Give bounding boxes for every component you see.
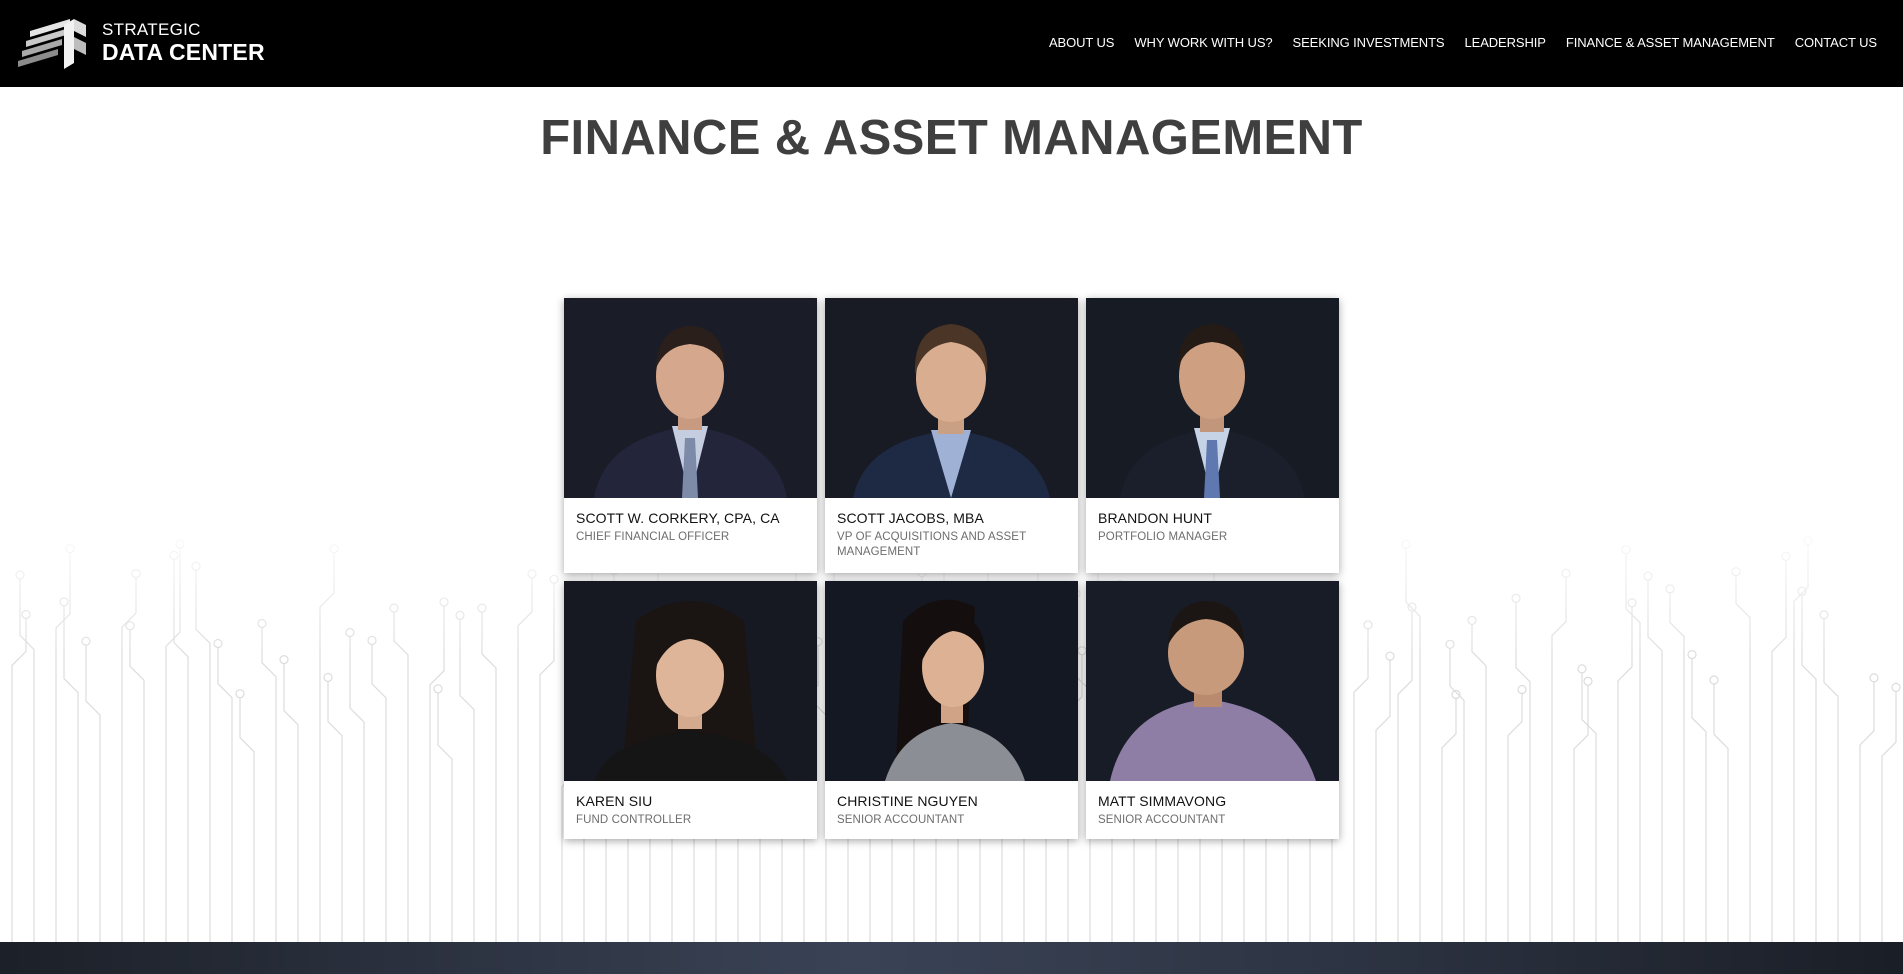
team-card-karen-siu[interactable]: KAREN SIU FUND CONTROLLER [564,581,817,839]
member-name: BRANDON HUNT [1098,510,1212,526]
member-role: VP OF ACQUISITIONS AND ASSET MANAGEMENT [837,531,1026,558]
member-name: MATT SIMMAVONG [1098,793,1227,809]
nav-why-work-with-us[interactable]: WHY WORK WITH US? [1134,35,1272,50]
headshot-photo [1086,298,1339,498]
team-card-scott-corkery[interactable]: SCOTT W. CORKERY, CPA, CA CHIEF FINANCIA… [564,298,817,573]
logo-line-2: DATA CENTER [102,38,265,65]
headshot-photo [564,298,817,498]
team-card-scott-jacobs[interactable]: SCOTT JACOBS, MBA VP OF ACQUISITIONS AND… [825,298,1078,573]
member-role: FUND CONTROLLER [576,814,692,826]
site-logo[interactable]: STRATEGIC DATA CENTER [18,15,265,69]
member-name: SCOTT JACOBS, MBA [837,510,984,526]
nav-seeking-investments[interactable]: SEEKING INVESTMENTS [1293,35,1445,50]
headshot-photo [564,581,817,781]
main-nav: ABOUT US WHY WORK WITH US? SEEKING INVES… [1029,0,1877,85]
member-name: KAREN SIU [576,793,653,809]
headshot-photo [1086,581,1339,781]
member-role: PORTFOLIO MANAGER [1098,531,1228,543]
nav-finance-asset-management[interactable]: FINANCE & ASSET MANAGEMENT [1566,35,1775,50]
next-section-preview [0,942,1903,974]
logo-line-1: STRATEGIC [102,19,201,39]
nav-about-us[interactable]: ABOUT US [1049,35,1115,50]
member-role: CHIEF FINANCIAL OFFICER [576,531,730,543]
team-card-brandon-hunt[interactable]: BRANDON HUNT PORTFOLIO MANAGER [1086,298,1339,573]
nav-leadership[interactable]: LEADERSHIP [1465,35,1546,50]
headshot-photo [825,581,1078,781]
headshot-photo [825,298,1078,498]
team-card-matt-simmavong[interactable]: MATT SIMMAVONG SENIOR ACCOUNTANT [1086,581,1339,839]
team-card-christine-nguyen[interactable]: CHRISTINE NGUYEN SENIOR ACCOUNTANT [825,581,1078,839]
site-header: STRATEGIC DATA CENTER ABOUT US WHY WORK … [0,0,1903,87]
logo-stripes-icon [18,19,86,69]
member-name: SCOTT W. CORKERY, CPA, CA [576,510,780,526]
member-role: SENIOR ACCOUNTANT [837,814,965,826]
nav-contact-us[interactable]: CONTACT US [1795,35,1877,50]
page-title: FINANCE & ASSET MANAGEMENT [540,111,1363,165]
member-name: CHRISTINE NGUYEN [837,793,978,809]
member-role: SENIOR ACCOUNTANT [1098,814,1226,826]
